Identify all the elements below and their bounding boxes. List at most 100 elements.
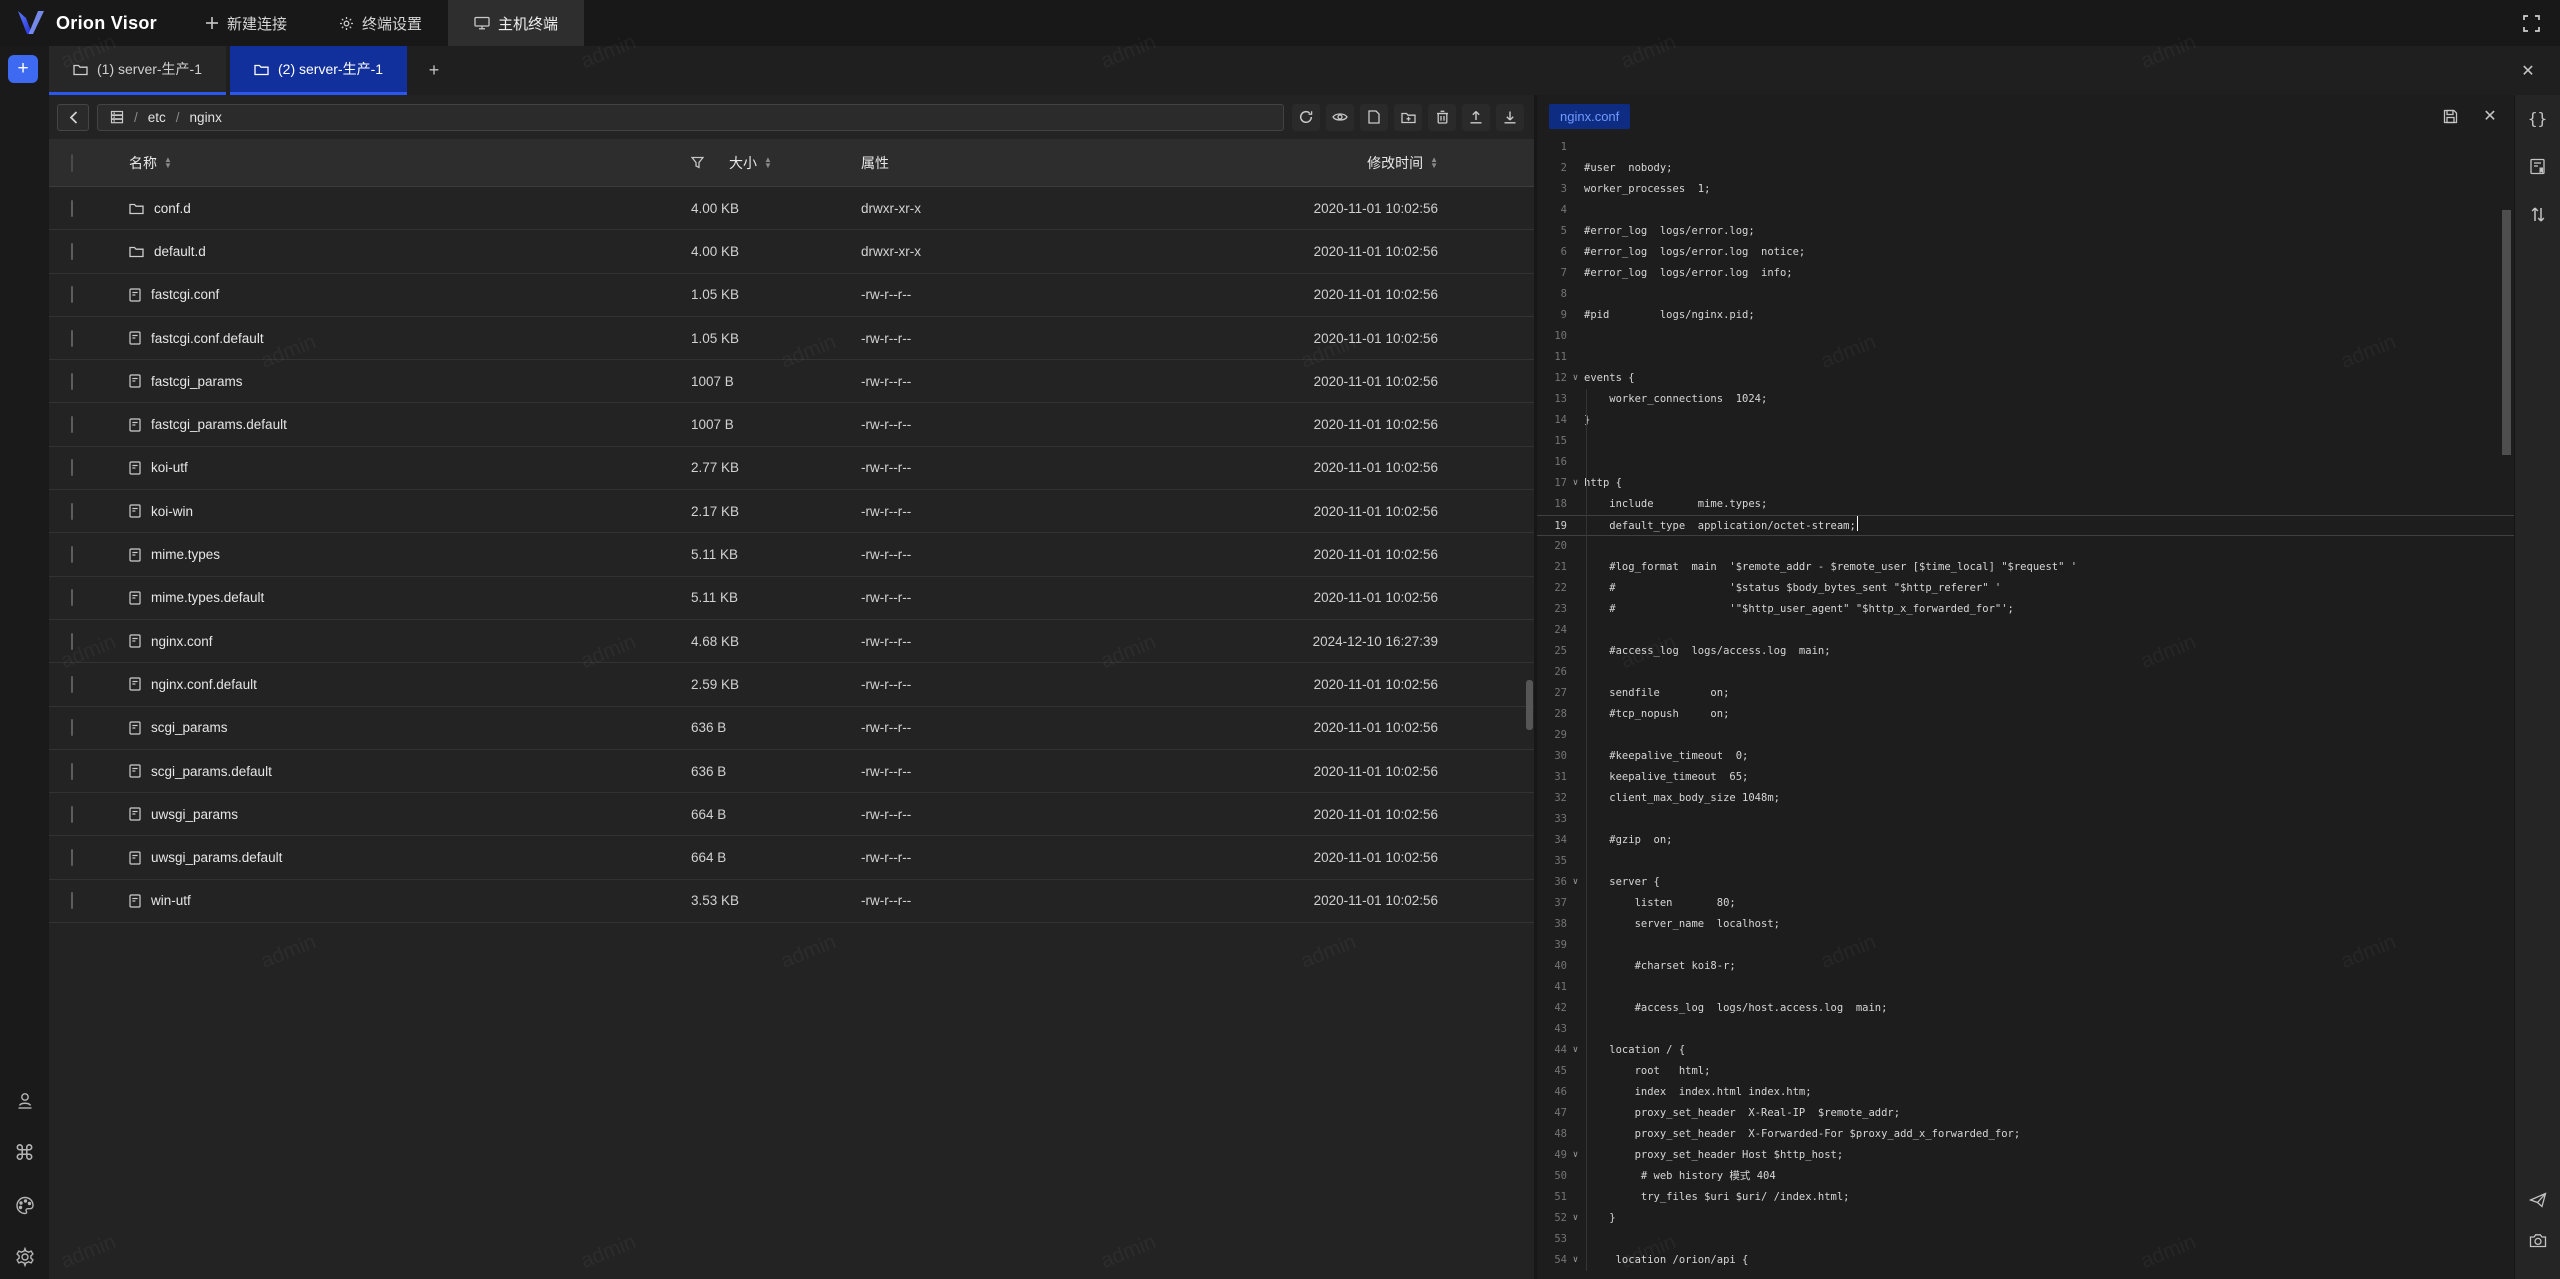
code-line-38[interactable]: 38 server_name localhost; <box>1537 914 2514 935</box>
table-row[interactable]: conf.d 4.00 KB drwxr-xr-x 2020-11-01 10:… <box>49 187 1534 230</box>
code-line-5[interactable]: 5 #error_log logs/error.log; <box>1537 221 2514 242</box>
code-line-22[interactable]: 22 # '$status $body_bytes_sent "$http_re… <box>1537 578 2514 599</box>
editor-scrollbar[interactable] <box>2502 210 2511 455</box>
table-row[interactable]: win-utf 3.53 KB -rw-r--r-- 2020-11-01 10… <box>49 880 1534 923</box>
fold-chevron-icon[interactable]: ∨ <box>1567 1208 1584 1229</box>
code-line-36[interactable]: 36 ∨ server { <box>1537 872 2514 893</box>
refresh-icon[interactable] <box>1292 104 1320 131</box>
breadcrumb-segment-0[interactable]: etc <box>148 110 166 125</box>
code-line-23[interactable]: 23 # '"$http_user_agent" "$http_x_forwar… <box>1537 599 2514 620</box>
close-panel-icon[interactable]: ✕ <box>2516 59 2540 83</box>
code-line-37[interactable]: 37 listen 80; <box>1537 893 2514 914</box>
row-checkbox[interactable] <box>71 373 73 390</box>
row-checkbox[interactable] <box>71 459 73 476</box>
table-row[interactable]: koi-utf 2.77 KB -rw-r--r-- 2020-11-01 10… <box>49 447 1534 490</box>
row-checkbox[interactable] <box>71 330 73 347</box>
table-row[interactable]: uwsgi_params.default 664 B -rw-r--r-- 20… <box>49 836 1534 879</box>
code-line-32[interactable]: 32 client_max_body_size 1048m; <box>1537 788 2514 809</box>
fold-chevron-icon[interactable]: ∨ <box>1567 1145 1584 1166</box>
code-line-51[interactable]: 51 try_files $uri $uri/ /index.html; <box>1537 1187 2514 1208</box>
code-line-13[interactable]: 13 worker_connections 1024; <box>1537 389 2514 410</box>
sort-name-icon[interactable]: ▲▼ <box>164 157 172 169</box>
row-checkbox[interactable] <box>71 719 73 736</box>
row-checkbox[interactable] <box>71 849 73 866</box>
breadcrumb[interactable]: / etc/ nginx <box>97 104 1284 131</box>
code-line-39[interactable]: 39 <box>1537 935 2514 956</box>
code-line-42[interactable]: 42 #access_log logs/host.access.log main… <box>1537 998 2514 1019</box>
code-line-3[interactable]: 3 worker_processes 1; <box>1537 179 2514 200</box>
download-icon[interactable] <box>1496 104 1524 131</box>
open-file-badge[interactable]: nginx.conf <box>1549 104 1630 129</box>
fold-chevron-icon[interactable]: ∨ <box>1567 1250 1584 1271</box>
table-row[interactable]: default.d 4.00 KB drwxr-xr-x 2020-11-01 … <box>49 230 1534 273</box>
breadcrumb-segment-1[interactable]: nginx <box>190 110 222 125</box>
code-line-6[interactable]: 6 #error_log logs/error.log notice; <box>1537 242 2514 263</box>
row-checkbox[interactable] <box>71 763 73 780</box>
code-line-10[interactable]: 10 <box>1537 326 2514 347</box>
code-line-14[interactable]: 14 } <box>1537 410 2514 431</box>
sort-size-icon[interactable]: ▲▼ <box>764 157 772 169</box>
code-line-21[interactable]: 21 #log_format main '$remote_addr - $rem… <box>1537 557 2514 578</box>
fullscreen-icon[interactable] <box>2516 8 2546 38</box>
row-checkbox[interactable] <box>71 589 73 606</box>
code-line-24[interactable]: 24 <box>1537 620 2514 641</box>
command-icon[interactable]: ⌘ <box>13 1141 37 1165</box>
code-line-47[interactable]: 47 proxy_set_header X-Real-IP $remote_ad… <box>1537 1103 2514 1124</box>
row-checkbox[interactable] <box>71 676 73 693</box>
terminal-tab-2[interactable]: (2) server-生产-1 <box>230 46 407 95</box>
back-button[interactable] <box>57 104 89 131</box>
code-line-16[interactable]: 16 <box>1537 452 2514 473</box>
row-checkbox[interactable] <box>71 806 73 823</box>
code-line-2[interactable]: 2 #user nobody; <box>1537 158 2514 179</box>
code-line-27[interactable]: 27 sendfile on; <box>1537 683 2514 704</box>
table-row[interactable]: fastcgi_params.default 1007 B -rw-r--r--… <box>49 403 1534 446</box>
code-line-29[interactable]: 29 <box>1537 725 2514 746</box>
code-line-52[interactable]: 52 ∨ } <box>1537 1208 2514 1229</box>
select-all-checkbox[interactable] <box>71 154 73 172</box>
code-line-4[interactable]: 4 <box>1537 200 2514 221</box>
user-icon[interactable] <box>13 1089 37 1113</box>
row-checkbox[interactable] <box>71 503 73 520</box>
code-line-11[interactable]: 11 <box>1537 347 2514 368</box>
row-checkbox[interactable] <box>71 243 73 260</box>
row-checkbox[interactable] <box>71 546 73 563</box>
palette-icon[interactable] <box>13 1193 37 1217</box>
send-icon[interactable] <box>2525 1187 2551 1213</box>
code-line-48[interactable]: 48 proxy_set_header X-Forwarded-For $pro… <box>1537 1124 2514 1145</box>
table-row[interactable]: scgi_params.default 636 B -rw-r--r-- 202… <box>49 750 1534 793</box>
braces-icon[interactable]: {} <box>2525 105 2551 131</box>
code-line-26[interactable]: 26 <box>1537 662 2514 683</box>
fold-chevron-icon[interactable]: ∨ <box>1567 368 1584 389</box>
new-file-icon[interactable] <box>1360 104 1388 131</box>
swap-arrows-icon[interactable] <box>2525 201 2551 227</box>
row-checkbox[interactable] <box>71 416 73 433</box>
close-editor-icon[interactable]: ✕ <box>2478 104 2502 128</box>
doc-bookmark-icon[interactable] <box>2525 153 2551 179</box>
code-line-40[interactable]: 40 #charset koi8-r; <box>1537 956 2514 977</box>
code-line-44[interactable]: 44 ∨ location / { <box>1537 1040 2514 1061</box>
row-checkbox[interactable] <box>71 286 73 303</box>
row-checkbox[interactable] <box>71 633 73 650</box>
code-line-33[interactable]: 33 <box>1537 809 2514 830</box>
code-editor[interactable]: 1 2 #user nobody; 3 worker_processes 1; … <box>1537 137 2514 1279</box>
code-line-35[interactable]: 35 <box>1537 851 2514 872</box>
funnel-icon[interactable] <box>691 156 704 169</box>
brand[interactable]: Orion Visor <box>0 0 179 46</box>
fold-chevron-icon[interactable]: ∨ <box>1567 473 1584 494</box>
code-line-18[interactable]: 18 include mime.types; <box>1537 494 2514 515</box>
code-line-7[interactable]: 7 #error_log logs/error.log info; <box>1537 263 2514 284</box>
code-line-45[interactable]: 45 root html; <box>1537 1061 2514 1082</box>
code-line-43[interactable]: 43 <box>1537 1019 2514 1040</box>
code-line-30[interactable]: 30 #keepalive_timeout 0; <box>1537 746 2514 767</box>
upload-icon[interactable] <box>1462 104 1490 131</box>
code-line-28[interactable]: 28 #tcp_nopush on; <box>1537 704 2514 725</box>
menu-item-0[interactable]: 新建连接 <box>179 0 313 46</box>
table-row[interactable]: uwsgi_params 664 B -rw-r--r-- 2020-11-01… <box>49 793 1534 836</box>
table-row[interactable]: fastcgi.conf 1.05 KB -rw-r--r-- 2020-11-… <box>49 274 1534 317</box>
new-folder-icon[interactable] <box>1394 104 1422 131</box>
terminal-tab-1[interactable]: (1) server-生产-1 <box>49 46 226 95</box>
code-line-20[interactable]: 20 <box>1537 536 2514 557</box>
code-line-1[interactable]: 1 <box>1537 137 2514 158</box>
menu-item-2[interactable]: 主机终端 <box>448 0 584 46</box>
code-line-41[interactable]: 41 <box>1537 977 2514 998</box>
